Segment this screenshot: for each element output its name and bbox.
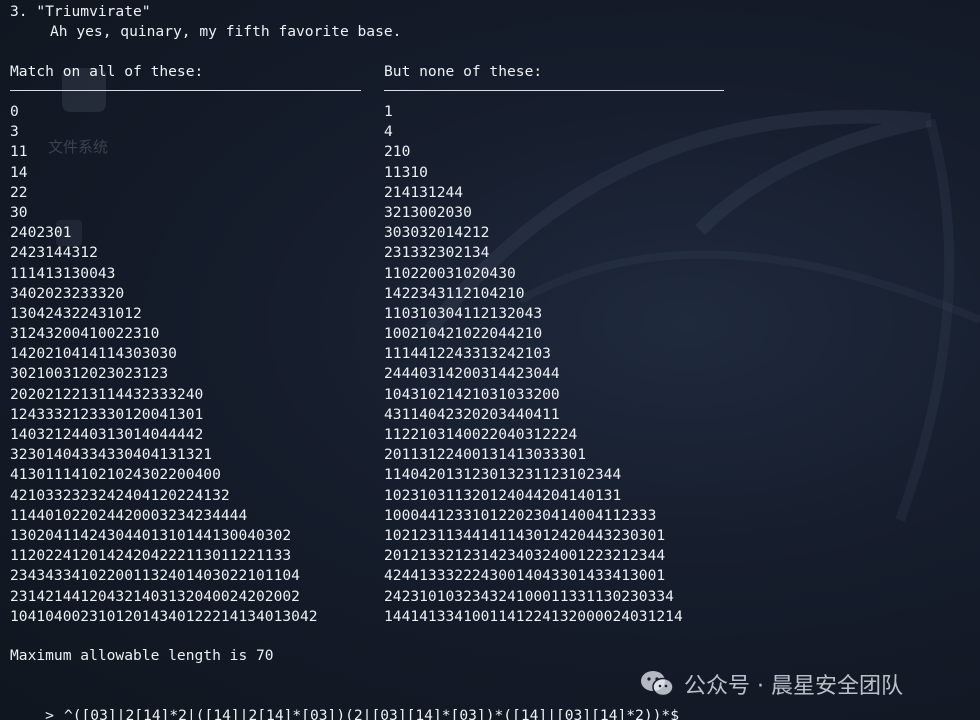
nomatch-list-item: 102310311320124044204140131	[384, 486, 622, 504]
nomatch-list-item: 1441413341001141224132000024031214	[384, 607, 683, 625]
nomatch-list-item: 1422343112104210	[384, 284, 525, 302]
nomatch-list-item: 303032014212	[384, 224, 490, 242]
nomatch-list-item: 242310103234324100011331130230334	[384, 587, 674, 605]
nomatch-list-item: 214131244	[384, 183, 464, 201]
nomatch-list-item: 4	[384, 123, 393, 141]
nomatch-list-item: 1000441233101220230414004112333	[384, 506, 657, 524]
challenge-description: Ah yes, quinary, my fifth favorite base.	[50, 23, 402, 40]
nomatch-list-item: 1122103140022040312224	[384, 426, 578, 443]
match-list: 0 3 11 14 22 30 2402301 2423144312 111413130043 3…	[10, 102, 318, 627]
match-list-item: 0	[10, 103, 19, 120]
match-list-item: 3402023233320	[10, 284, 125, 302]
match-list-item: 32301404334330404131321	[10, 446, 213, 464]
match-list-item: 2402301	[10, 224, 72, 242]
match-list-item: 22	[10, 183, 28, 201]
terminal-window[interactable]: 3. "Triumvirate" Ah yes, quinary, my fif…	[0, 0, 980, 720]
match-list-item: 3	[10, 123, 19, 141]
nomatch-list-item: 43114042320203440411	[384, 405, 560, 423]
nomatch-list-item: 110220031020430	[384, 264, 516, 282]
nomatch-list-item: 1114412243313242103	[384, 345, 551, 363]
nomatch-list: 1 4 210 11310 214131244 3213002030 30303201421…	[384, 102, 683, 627]
nomatch-list-item: 24440314200314423044	[384, 365, 560, 383]
match-list-item: 302100312023023123	[10, 365, 169, 383]
nomatch-list-item: 20121332123142340324001223212344	[384, 547, 666, 565]
max-length-notice: Maximum allowable length is 70	[10, 647, 274, 664]
match-list-item: 4210332323242404120224132	[10, 486, 230, 504]
nomatch-list-item: 110310304112132043	[384, 304, 543, 322]
match-list-item: 413011141021024302200400	[10, 466, 221, 484]
challenge-title: 3. "Triumvirate"	[10, 3, 151, 20]
wechat-icon	[640, 669, 674, 699]
match-list-item: 130424322431012	[10, 304, 142, 322]
match-list-item: 13020411424304401310144130040302	[10, 526, 292, 544]
match-list-item: 10410400231012014340122214134013042	[10, 607, 318, 625]
match-list-item: 2423144312	[10, 244, 98, 262]
match-list-item: 11	[10, 143, 28, 161]
match-list-item: 2020212213114432333240	[10, 385, 204, 403]
match-list-item: 14	[10, 163, 28, 181]
match-list-item: 234343341022001132401403022101104	[10, 567, 300, 585]
watermark-text: 公众号 · 晨星安全团队	[684, 674, 903, 699]
match-list-item: 114401022024420003234234444	[10, 506, 248, 524]
nomatch-list-item: 114042013123013231123102344	[384, 466, 622, 484]
match-list-item: 1403212440313014044442	[10, 426, 204, 443]
match-list-header: Match on all of these:	[10, 63, 204, 80]
match-list-item: 111413130043	[10, 264, 116, 282]
nomatch-list-item: 42441333222430014043301433413001	[384, 567, 666, 585]
match-list-item: 31243200410022310	[10, 325, 160, 343]
match-list-item: 231421441204321403132040024202002	[10, 587, 300, 605]
regex-input[interactable]: ^([03]|2[14]*2|([14]|2[14]*[03])(2|[03][…	[64, 707, 679, 720]
prompt-symbol: >	[45, 707, 54, 720]
nomatch-list-item: 210	[384, 143, 411, 161]
match-header-underline	[10, 90, 361, 91]
match-list-item: 30	[10, 203, 28, 221]
nomatch-list-item: 10212311344141143012420443230301	[384, 526, 666, 544]
match-list-item: 1420210414114303030	[10, 345, 177, 363]
nomatch-list-item: 10431021421031033200	[384, 385, 560, 403]
nomatch-list-item: 100210421022044210	[384, 325, 543, 343]
nomatch-list-item: 20113122400131413033301	[384, 446, 587, 464]
nomatch-list-item: 1	[384, 103, 393, 120]
nomatch-list-item: 11310	[384, 163, 428, 181]
input-prompt-row[interactable]: > ^([03]|2[14]*2|([14]|2[14]*[03])(2|[03]…	[10, 686, 679, 720]
nomatch-header-underline	[384, 90, 724, 91]
nomatch-list-header: But none of these:	[384, 63, 543, 80]
match-list-item: 1243332123330120041301	[10, 405, 204, 423]
nomatch-list-item: 3213002030	[384, 203, 472, 221]
match-list-item: 11202241201424204222113011221133	[10, 547, 292, 565]
wechat-watermark: 公众号 · 晨星安全团队	[640, 668, 903, 700]
nomatch-list-item: 231332302134	[384, 244, 490, 262]
